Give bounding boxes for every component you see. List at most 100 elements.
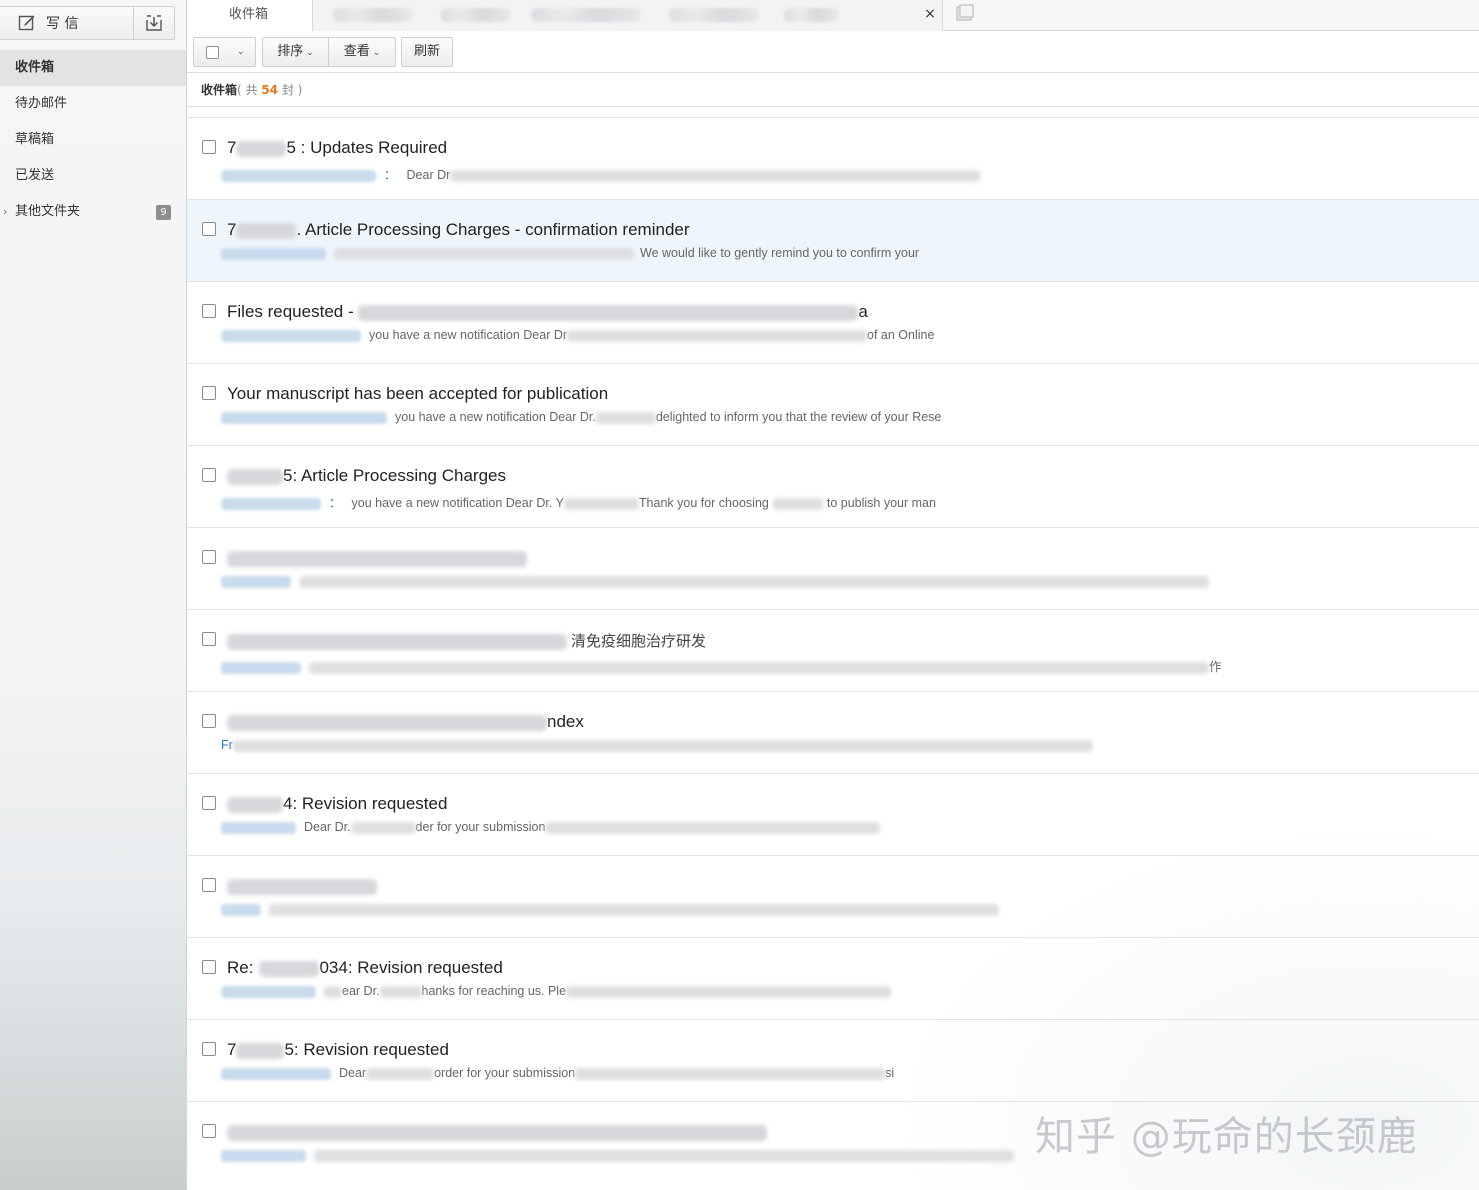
preview-separator: ： [329, 496, 342, 510]
compose-button[interactable]: 写 信 [0, 7, 134, 39]
mail-preview: Dear order for your submission si [221, 1066, 894, 1080]
redacted-text [772, 497, 823, 510]
redacted-text [366, 1067, 435, 1080]
mail-subject: 4: Revision requested [227, 794, 447, 814]
preview-tail: hanks for reaching us. Ple [421, 984, 567, 998]
select-all-checkbox[interactable] [206, 46, 219, 59]
redacted-text [531, 7, 642, 22]
redacted-text [379, 985, 422, 998]
preview-text: you have a new notification Dear Dr. Y [351, 496, 564, 510]
view-button[interactable]: 查看 ⌄ [328, 37, 396, 67]
redacted-text [567, 329, 868, 342]
folder-sent[interactable]: 已发送 [0, 158, 186, 194]
redacted-sender [221, 411, 387, 424]
mail-subject: 清免疫细胞治疗研发 [227, 630, 706, 651]
toolbar: ⌄ 排序 ⌄ 查看 ⌄ 刷新 [187, 31, 1479, 73]
sort-label: 排序 [277, 44, 304, 59]
mail-checkbox[interactable] [202, 304, 216, 318]
redacted-text [314, 1149, 1014, 1162]
redacted-sender [221, 1149, 306, 1162]
redacted-text [227, 796, 283, 813]
mail-checkbox[interactable] [202, 796, 216, 810]
folder-inbox[interactable]: 收件箱 [0, 50, 186, 86]
mail-row[interactable]: 清免疫细胞治疗研发 作 [187, 609, 1479, 691]
redacted-text [350, 821, 416, 834]
mail-row[interactable]: 7 . Article Processing Charges - confirma… [187, 199, 1479, 281]
redacted-text [299, 575, 1209, 588]
list-header-count: 54 [261, 83, 279, 97]
tab-close-button[interactable]: × [923, 5, 937, 23]
mail-checkbox[interactable] [202, 1042, 216, 1056]
mail-checkbox[interactable] [202, 140, 216, 154]
list-header-folder: 收件箱 [201, 83, 238, 97]
preview-text: you have a new notification Dear Dr. [395, 410, 596, 424]
chevron-down-icon: ⌄ [306, 48, 314, 58]
subject-tail: 清免疫细胞治疗研发 [571, 633, 707, 650]
tab-inbox[interactable]: 收件箱 [187, 0, 313, 32]
mail-checkbox[interactable] [202, 714, 216, 728]
folder-todo[interactable]: 待办邮件 [0, 86, 186, 122]
subject-text: Your manuscript has been accepted for pu… [227, 384, 609, 403]
redacted-text [232, 739, 1093, 752]
refresh-button[interactable]: 刷新 [401, 37, 453, 67]
list-header-prefix: ( 共 [237, 83, 262, 97]
watermark-text: 知乎 @玩命的长颈鹿 [1035, 1114, 1418, 1160]
mail-checkbox[interactable] [202, 550, 216, 564]
mail-checkbox[interactable] [202, 222, 216, 236]
sort-button[interactable]: 排序 ⌄ [262, 37, 329, 67]
redacted-text [227, 1124, 767, 1141]
expand-caret-icon[interactable]: › [3, 194, 7, 230]
mail-subject: 7 . Article Processing Charges - confirma… [227, 220, 690, 240]
mail-row[interactable]: Files requested - a you have a new notif… [187, 281, 1479, 363]
receive-mail-icon [146, 15, 162, 31]
folder-drafts[interactable]: 草稿箱 [0, 122, 186, 158]
mail-subject: Files requested - a [227, 302, 868, 322]
mail-row[interactable]: 7 5: Revision requested Dear order for you… [187, 1019, 1479, 1101]
mail-row[interactable]: 5: Article Processing Charges ： you have … [187, 445, 1479, 527]
compose-bar: 写 信 [0, 6, 175, 40]
preview-sender-fragment: Fr [221, 738, 233, 752]
receive-mail-button[interactable] [134, 7, 174, 39]
mail-checkbox[interactable] [202, 632, 216, 646]
redacted-text [450, 169, 981, 182]
mail-row[interactable]: Your manuscript has been accepted for pu… [187, 363, 1479, 445]
mail-preview: Fr [221, 738, 1093, 752]
redacted-sender [221, 247, 326, 260]
redacted-sender [221, 903, 261, 916]
mail-subject: ndex [227, 712, 584, 732]
mail-preview: Dear Dr. der for your submission [221, 820, 881, 834]
select-all-dropdown[interactable]: ⌄ [193, 37, 256, 67]
redacted-text [236, 1042, 285, 1059]
mail-row[interactable]: ndex Fr [187, 691, 1479, 773]
preview-tail: to publish your man [826, 496, 936, 510]
folder-label: 收件箱 [15, 60, 55, 75]
redacted-text [783, 7, 839, 22]
mail-preview: you have a new notification Dear Dr of an… [221, 328, 934, 342]
redacted-text [236, 140, 287, 157]
mail-row[interactable] [187, 527, 1479, 609]
mail-checkbox[interactable] [202, 960, 216, 974]
redacted-text [566, 985, 892, 998]
redacted-text [669, 7, 760, 22]
redacted-sender [221, 985, 316, 998]
mail-row[interactable]: 4: Revision requested Dear Dr. der for yo… [187, 773, 1479, 855]
subject-prefix: 7 [227, 1040, 237, 1059]
view-label: 查看 [343, 44, 370, 59]
folder-label: 草稿箱 [15, 132, 55, 147]
subject-text: 5: Article Processing Charges [283, 466, 506, 485]
redacted-text [269, 903, 999, 916]
tab-open-mail[interactable] [313, 0, 943, 31]
redacted-text [563, 497, 639, 510]
mail-checkbox[interactable] [202, 386, 216, 400]
mail-row[interactable] [187, 855, 1479, 937]
preview-tail: Thank you for choosing [638, 496, 769, 510]
folder-other[interactable]: › 其他文件夹 9 [0, 194, 186, 230]
mail-checkbox[interactable] [202, 878, 216, 892]
preview-tail: der for your submission [415, 820, 546, 834]
mail-row[interactable]: 7 5 : Updates Required ： Dear Dr [187, 117, 1479, 199]
redacted-sender [221, 497, 321, 510]
mail-row[interactable]: Re: 034: Revision requested ear Dr. hanks … [187, 937, 1479, 1019]
mail-checkbox[interactable] [202, 468, 216, 482]
mail-checkbox[interactable] [202, 1124, 216, 1138]
new-window-icon[interactable] [955, 3, 975, 23]
